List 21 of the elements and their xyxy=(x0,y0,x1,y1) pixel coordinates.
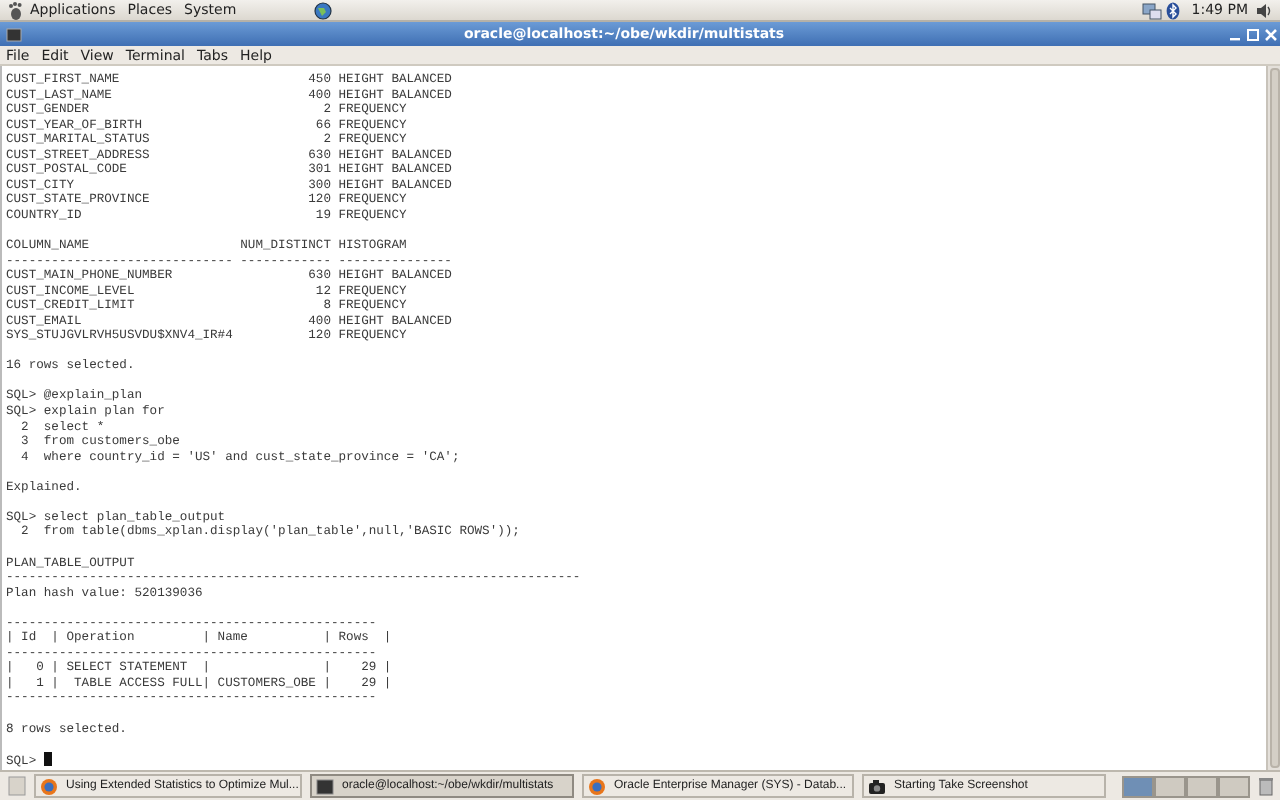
maximize-button[interactable] xyxy=(1244,25,1262,43)
bluetooth-icon[interactable] xyxy=(1165,1,1180,19)
workspace-button[interactable] xyxy=(1154,775,1186,797)
volume-icon[interactable] xyxy=(1256,1,1272,19)
terminal-icon xyxy=(6,27,22,41)
terminal-icon xyxy=(316,777,334,795)
workspace-button[interactable] xyxy=(1186,775,1218,797)
maximize-icon xyxy=(1244,26,1262,45)
foot-icon[interactable] xyxy=(8,1,24,19)
scroll-bar[interactable] xyxy=(1266,66,1280,770)
trash-icon[interactable] xyxy=(1258,776,1274,796)
scroll-thumb[interactable] xyxy=(1270,68,1280,768)
network-icon[interactable] xyxy=(1141,1,1162,19)
camera-icon xyxy=(868,777,886,795)
close-icon xyxy=(1262,26,1280,45)
workspace-button[interactable] xyxy=(1218,775,1250,797)
browser-icon xyxy=(588,777,606,795)
workspace-button[interactable] xyxy=(1122,775,1154,797)
globe-icon[interactable] xyxy=(314,1,333,19)
close-button[interactable] xyxy=(1262,25,1280,43)
browser-icon xyxy=(40,777,58,795)
